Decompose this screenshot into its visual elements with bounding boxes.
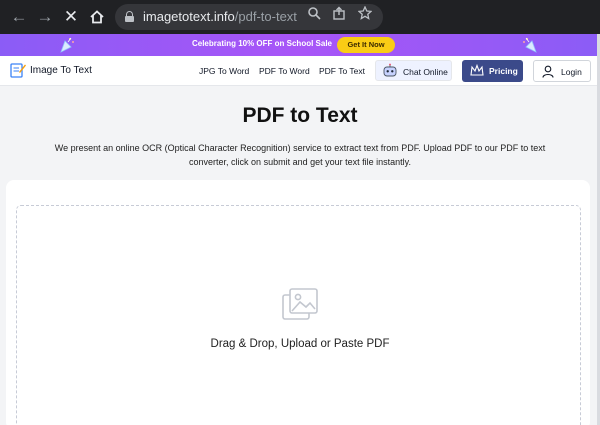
home-icon[interactable] — [87, 7, 107, 27]
back-arrow-icon[interactable]: ← — [9, 7, 29, 27]
promo-text: Celebrating 10% OFF on School Sale — [191, 39, 332, 48]
pricing-label: Pricing — [489, 66, 518, 76]
logo-icon[interactable] — [10, 62, 26, 78]
login-button[interactable]: Login — [533, 60, 591, 82]
bookmark-star-icon[interactable] — [357, 5, 373, 21]
forward-arrow-icon[interactable]: → — [35, 7, 55, 27]
browser-toolbar: ← → ✕ imagetotext.info/pdf-to-text — [0, 0, 600, 34]
url-text: imagetotext.info/pdf-to-text — [143, 9, 297, 24]
get-it-now-button[interactable]: Get It Now — [337, 37, 395, 53]
share-icon[interactable] — [331, 5, 347, 21]
close-icon[interactable]: ✕ — [61, 7, 81, 27]
nav-pdf-to-text[interactable]: PDF To Text — [319, 66, 365, 76]
page-description: We present an online OCR (Optical Charac… — [54, 143, 546, 167]
dropzone-text: Drag & Drop, Upload or Paste PDF — [210, 338, 390, 350]
page-title: PDF to Text — [242, 104, 358, 127]
image-placeholder-icon — [281, 287, 319, 323]
url-path: /pdf-to-text — [234, 9, 297, 24]
chat-online-label: Chat Online — [403, 67, 448, 77]
lock-icon[interactable] — [125, 11, 134, 22]
crown-icon — [470, 63, 484, 77]
nav-jpg-to-word[interactable]: JPG To Word — [199, 66, 249, 76]
pricing-button[interactable]: Pricing — [462, 60, 523, 82]
url-domain: imagetotext.info — [143, 9, 235, 24]
user-icon — [542, 65, 554, 78]
party-popper-icon — [521, 36, 539, 54]
nav-pdf-to-word[interactable]: PDF To Word — [259, 66, 310, 76]
chat-bot-icon — [382, 63, 398, 79]
zoom-icon[interactable] — [306, 5, 322, 21]
logo-text[interactable]: Image To Text — [30, 65, 92, 76]
site-header: Image To Text JPG To Word PDF To Word PD… — [0, 56, 600, 86]
promo-banner: Celebrating 10% OFF on School Sale Get I… — [0, 34, 600, 56]
chat-online-button[interactable]: Chat Online — [375, 60, 452, 81]
login-label: Login — [561, 67, 582, 77]
